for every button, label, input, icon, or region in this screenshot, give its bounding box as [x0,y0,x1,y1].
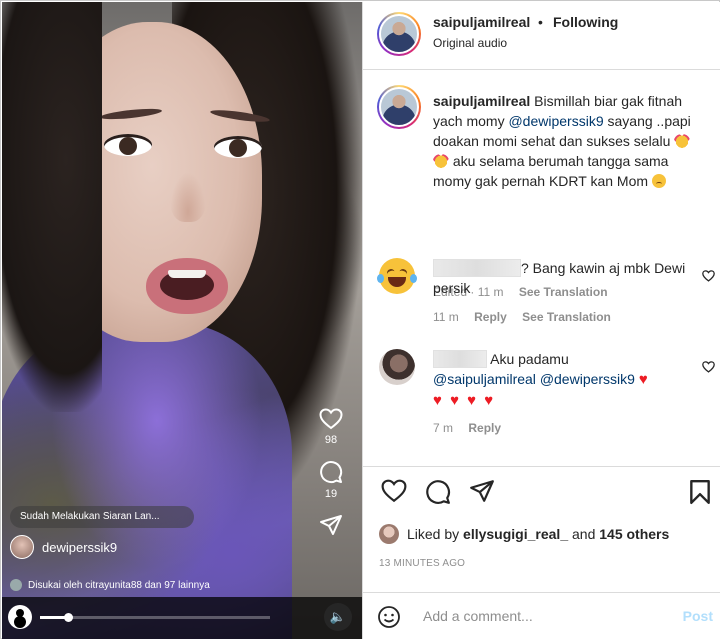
comment-icon[interactable] [425,479,451,505]
liked-by: Liked by ellysugigi_real_ and 145 others [379,524,669,544]
heart-icon [319,408,343,430]
following-button[interactable]: Following [553,14,618,30]
comment-meta: 7 m Reply [433,421,513,435]
add-comment-input[interactable]: Add a comment... [423,608,533,624]
reel-comment-count: 19 [324,488,338,500]
reel-progress-bar[interactable] [40,613,270,622]
share-icon[interactable] [469,479,495,503]
liked-by-user[interactable]: ellysugigi_real_ [463,526,568,542]
redacted-username [433,259,521,277]
comment-meta: 11 m Reply See Translation [433,310,623,324]
comment-like-heart-icon[interactable] [702,270,715,282]
reel-user[interactable]: dewiperssik9 [10,535,117,559]
post-actions [363,466,720,516]
author-username[interactable]: saipuljamilreal [433,14,530,30]
reel-actions: 98 19 [314,408,348,550]
reel-live-chip[interactable]: Sudah Melakukan Siaran Lan... [10,506,194,528]
liked-by-middle: and [572,526,596,542]
post-time-ago[interactable]: 13 MINUTES AGO [379,558,465,569]
comment-see-translation[interactable]: See Translation [522,310,611,324]
reel-liked-by-text: Disukai oleh citrayunita88 dan 97 lainny… [28,579,210,591]
reel-progress-knob[interactable] [63,613,73,622]
comment-time: 7 m [433,421,454,435]
bookmark-icon[interactable] [689,479,711,505]
reel-share-button[interactable] [314,514,348,536]
author-avatar[interactable] [377,12,421,56]
liked-by-prefix: Liked by [407,526,460,542]
comment-icon [320,461,343,484]
liked-by-others[interactable]: 145 others [599,526,669,542]
caption-text: saipuljamilreal Bismillah biar gak fitna… [433,91,703,191]
post-comment-button[interactable]: Post [683,608,713,624]
video-frame-hair-left [2,2,102,412]
reel-comment-button[interactable]: 19 [314,460,348,500]
reel-liked-by: Disukai oleh citrayunita88 dan 97 lainny… [10,579,210,591]
smiling-hearts-emoji-icon [674,134,691,148]
commenter-avatar[interactable] [379,349,415,385]
add-comment-bar: Add a comment... Post [363,592,720,639]
redacted-username [433,350,487,368]
emoji-smiley-icon[interactable] [377,605,401,629]
reel-user-avatar [10,535,34,559]
pleading-face-emoji-icon [651,174,666,188]
reel-username: dewiperssik9 [42,539,118,555]
smiling-hearts-emoji-icon-2 [433,154,449,168]
reel-video[interactable]: 98 19 Sudah Melakukan Siaran Lan... dewi… [2,2,362,639]
comment-text: Aku padamu @saipuljamilreal @dewiperssik… [433,349,688,411]
audio-label[interactable]: Original audio [433,36,507,50]
like-heart-icon[interactable] [381,479,407,503]
sound-icon[interactable]: 🔈 [324,603,352,631]
post-details-panel: saipuljamilreal • Following Original aud… [362,2,720,639]
caption-author-avatar[interactable] [377,85,421,129]
comment-mention-2[interactable]: @dewiperssik9 [540,371,635,387]
comment-text-content: Aku padamu [490,351,569,367]
liker-avatar[interactable] [379,524,399,544]
comment-mention-1[interactable]: @saipuljamilreal [433,371,536,387]
post-dialog: 98 19 Sudah Melakukan Siaran Lan... dewi… [0,0,720,639]
comment-like-heart-icon[interactable] [702,361,715,373]
rolling-laughing-emoji-icon[interactable] [377,258,417,294]
caption-username[interactable]: saipuljamilreal [433,93,530,109]
header-separator: • [538,14,543,30]
caption-text-3: aku selama berumah tangga sama momy gak … [433,153,669,189]
red-hearts-emoji-icons: ♥ ♥ ♥ ♥ [433,392,496,409]
comment-reply-button[interactable]: Reply [468,421,501,435]
share-icon [320,515,342,535]
comment-text: ? Bang kawin aj mbk Dewi persik [433,258,688,298]
reel-like-button[interactable]: 98 [314,408,348,446]
reel-like-count: 98 [324,434,338,446]
comment-time: 11 m [433,310,459,324]
caption-mention[interactable]: @dewiperssik9 [508,113,603,129]
red-heart-emoji-icon: ♥ [638,371,650,388]
post-header: saipuljamilreal • Following Original aud… [363,2,720,70]
reel-controls: 🔈 [2,597,362,639]
user-tag-icon[interactable] [8,605,32,629]
reel-liked-avatar [10,579,22,591]
comment-reply-button[interactable]: Reply [474,310,507,324]
